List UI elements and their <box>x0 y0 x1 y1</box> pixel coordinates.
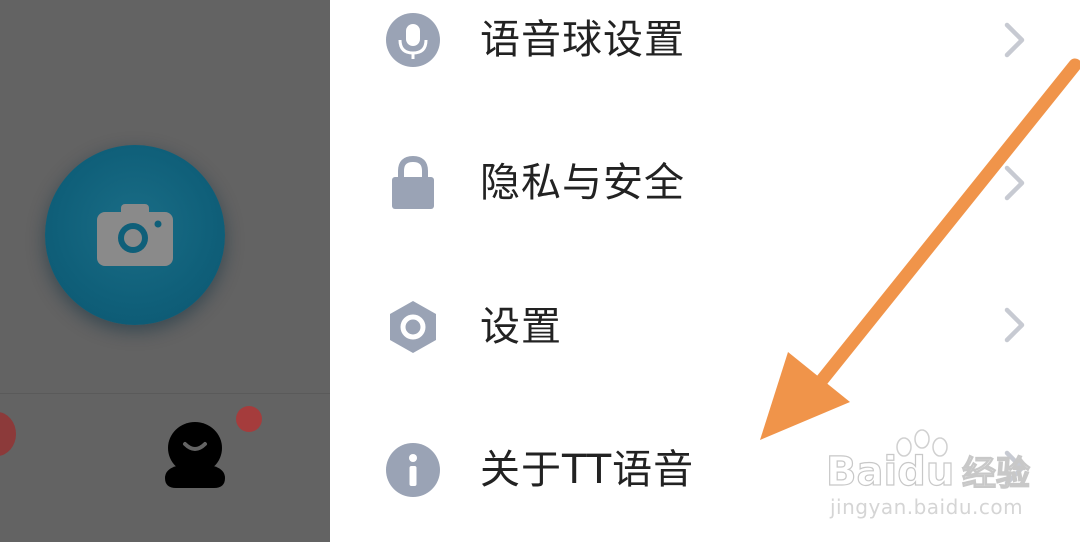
notification-badge <box>236 406 262 432</box>
settings-item-label: 设置 <box>480 304 562 350</box>
settings-item-label: 语音球设置 <box>480 17 685 63</box>
tab-bar-divider <box>0 393 330 394</box>
settings-item-label: 隐私与安全 <box>480 160 685 206</box>
lock-icon <box>392 155 434 209</box>
watermark-cn: 经验 <box>962 454 1030 494</box>
settings-item-label: 关于TT语音 <box>480 447 695 493</box>
info-icon <box>386 443 440 497</box>
tab-badge <box>0 412 16 456</box>
pointer-arrow-icon <box>760 58 1080 440</box>
baidu-watermark-logo: Baidu 经验 <box>825 429 1031 495</box>
camera-button[interactable] <box>45 145 225 325</box>
hexagon-gear-icon <box>390 301 436 353</box>
microphone-icon <box>386 13 440 67</box>
watermark-brand: Baidu <box>826 449 954 495</box>
camera-icon <box>97 204 173 266</box>
background-app-overlay[interactable] <box>0 0 330 542</box>
avatar-icon[interactable] <box>162 418 228 490</box>
watermark-url: jingyan.baidu.com <box>830 495 1024 519</box>
